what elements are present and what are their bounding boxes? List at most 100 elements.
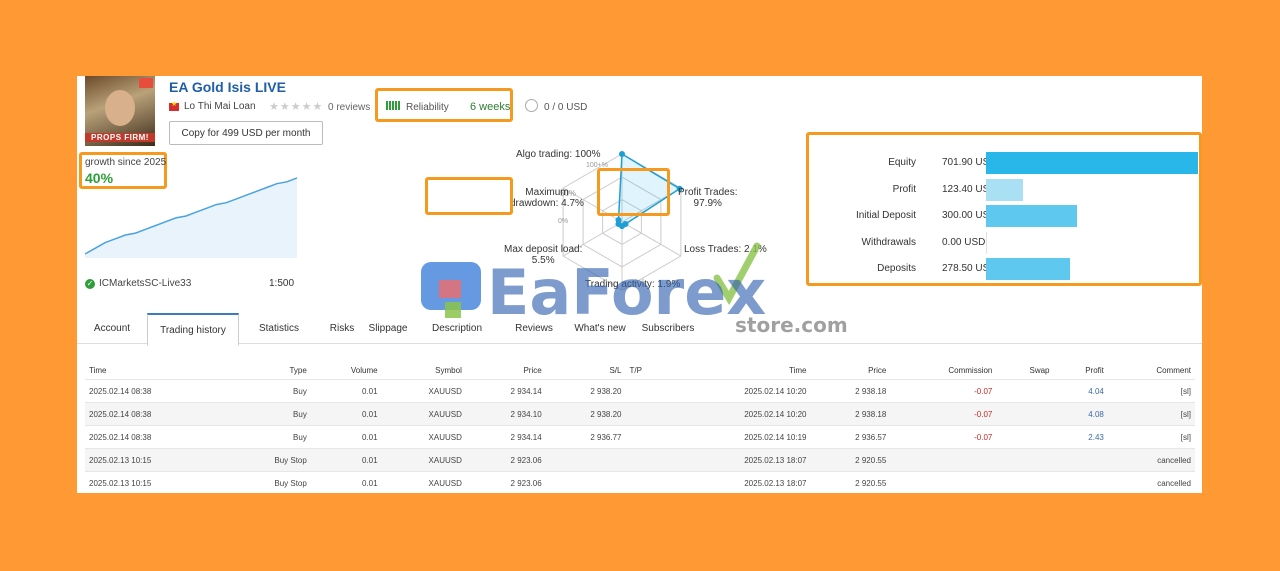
table-cell: cancelled (1107, 448, 1195, 472)
table-cell (1053, 471, 1108, 493)
copy-button[interactable]: Copy for 499 USD per month (169, 121, 323, 145)
table-cell (545, 471, 626, 493)
column-header[interactable]: Price (466, 361, 546, 380)
tab-statistics[interactable]: Statistics (237, 313, 321, 343)
radar-label-drawdown: Maximum drawdown: 4.7% (510, 187, 584, 209)
deposit-line2: 5.5% (531, 255, 555, 266)
avatar[interactable]: PROPS FIRM! (85, 76, 155, 146)
column-header[interactable]: Comment (1108, 361, 1195, 380)
tab-risks[interactable]: Risks (321, 313, 363, 343)
table-cell: 0.01 (310, 448, 382, 472)
table-cell: 2025.02.14 10:19 (667, 425, 811, 449)
funds-icon (525, 99, 538, 112)
radar-label-deposit: Max deposit load: 5.5% (504, 244, 582, 266)
radar-label-activity: Trading activity: 1.9% (585, 279, 681, 290)
profit-line2: 97.9% (693, 198, 722, 209)
rating-stars-icon: ★★★★★ (269, 101, 324, 113)
column-header[interactable]: Profit (1054, 361, 1108, 380)
column-header[interactable]: Swap (996, 361, 1053, 380)
table-cell: 2 938.18 (810, 379, 891, 403)
table-row: 2025.02.14 08:38 Buy 0.01 XAUUSD 2 934.14 2 9… (85, 379, 1195, 403)
column-header[interactable]: Volume (311, 361, 382, 380)
table-cell: -0.07 (890, 402, 997, 426)
tab-slippage[interactable]: Slippage (363, 313, 413, 343)
table-cell: 2025.02.14 08:38 (85, 425, 229, 449)
leverage: 1:500 (269, 278, 295, 289)
balance-row-profit: Profit 123.40 USD (810, 178, 1200, 201)
drawdown-line1: Maximum (525, 187, 569, 198)
balance-bar (986, 258, 1071, 280)
table-cell (996, 471, 1054, 493)
broker-name[interactable]: ICMarketsSC-Live33 (99, 278, 191, 289)
column-header[interactable]: S/L (546, 361, 626, 380)
tab-description[interactable]: Description (413, 313, 501, 343)
table-cell: XAUUSD (381, 379, 466, 403)
table-cell: 2 938.18 (810, 402, 891, 426)
tab-what-s-new[interactable]: What's new (567, 313, 633, 343)
reviews-link[interactable]: 0 reviews (328, 102, 370, 113)
table-cell: 2025.02.14 10:20 (667, 379, 811, 403)
verified-check-icon: ✓ (85, 278, 95, 289)
column-header[interactable]: Time (667, 361, 810, 380)
balance-bar (986, 231, 987, 254)
table-cell: 0.01 (310, 402, 382, 426)
table-cell: 2 938.20 (545, 379, 626, 403)
radar-point-algo (619, 151, 625, 157)
table-row: 2025.02.13 10:15 Buy Stop 0.01 XAUUSD 2 923.… (85, 448, 1195, 472)
table-cell: 4.08 (1053, 402, 1108, 426)
drawdown-line2: drawdown: 4.7% (510, 198, 584, 209)
table-cell (996, 425, 1054, 449)
column-header[interactable]: Commission (890, 361, 996, 380)
table-cell (625, 448, 668, 472)
avatar-face (105, 90, 135, 126)
table-cell: 2025.02.14 08:38 (85, 402, 229, 426)
tab-account[interactable]: Account (77, 313, 147, 343)
table-cell (625, 379, 668, 403)
table-cell (890, 448, 997, 472)
column-header[interactable]: Type (228, 361, 311, 380)
table-cell: Buy (228, 379, 311, 403)
table-row: 2025.02.14 08:38 Buy 0.01 XAUUSD 2 934.10 2 9… (85, 402, 1195, 426)
table-cell: 2025.02.14 08:38 (85, 379, 229, 403)
tab-trading-history[interactable]: Trading history (147, 313, 239, 346)
tab-bar: Account Trading history Statistics Risks Sli… (77, 313, 1202, 346)
radar-label-algo: Algo trading: 100% (516, 149, 601, 160)
reliability-label: Reliability (406, 101, 449, 113)
table-cell: 0.01 (310, 379, 382, 403)
funds-value: 0 / 0 USD (544, 102, 588, 113)
reliability-weeks: 6 weeks (470, 101, 511, 113)
tab-reviews[interactable]: Reviews (501, 313, 567, 343)
drawdown-highlight (425, 177, 513, 215)
table-cell: -0.07 (890, 425, 997, 449)
balance-row-initial-deposit: Initial Deposit 300.00 USD (810, 205, 1200, 227)
signal-title[interactable]: EA Gold Isis LIVE (169, 79, 286, 95)
radar-svg (562, 151, 683, 291)
table-cell (996, 448, 1054, 472)
balance-value: 0.00 USD (942, 236, 986, 248)
column-header[interactable]: Price (811, 361, 891, 380)
table-cell (1053, 448, 1108, 472)
radar-point-drawdown (615, 216, 622, 223)
table-cell: Buy Stop (228, 448, 311, 472)
balance-bar (986, 152, 1198, 174)
author-name[interactable]: Lo Thi Mai Loan (184, 101, 256, 112)
table-cell: Buy Stop (228, 471, 311, 493)
table-cell: 0.01 (310, 425, 382, 449)
tab-subscribers[interactable]: Subscribers (633, 313, 703, 343)
table-cell: XAUUSD (381, 425, 466, 449)
table-cell: 4.04 (1053, 379, 1108, 403)
author[interactable]: Lo Thi Mai Loan (169, 100, 256, 112)
table-cell: XAUUSD (381, 402, 466, 426)
table-cell: 2025.02.13 18:07 (667, 448, 811, 472)
avatar-tag: PROPS FIRM! (85, 133, 155, 142)
broker[interactable]: ✓ ICMarketsSC-Live33 (85, 278, 191, 289)
column-header[interactable]: T/P (625, 361, 667, 380)
column-header[interactable]: Symbol (382, 361, 466, 380)
table-cell: 2025.02.13 10:15 (85, 448, 229, 472)
reliability-bars-icon (386, 101, 401, 113)
column-header[interactable]: Time (85, 361, 228, 380)
table-row: 2025.02.13 10:15 Buy Stop 0.01 XAUUSD 2 923.… (85, 471, 1195, 493)
table-cell: XAUUSD (381, 448, 466, 472)
balance-label: Initial Deposit (855, 210, 916, 221)
table-cell: [sl] (1107, 425, 1195, 449)
